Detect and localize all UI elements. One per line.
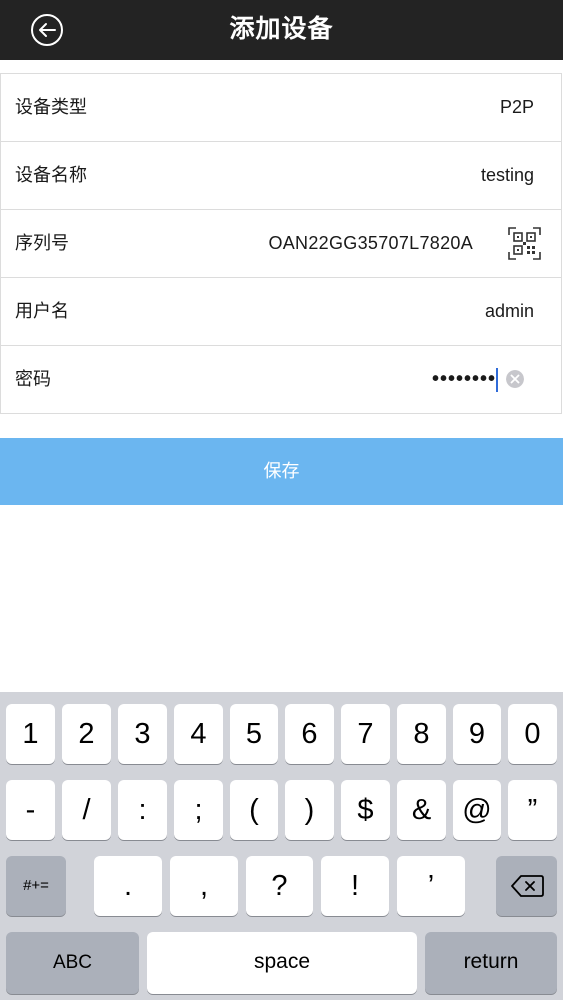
save-button[interactable]: 保存 — [0, 438, 563, 505]
key-label: $ — [357, 794, 374, 826]
key-label: 8 — [413, 718, 430, 750]
key-label: , — [199, 870, 209, 902]
key-ampersand[interactable]: & — [397, 780, 446, 840]
numeric-keyboard: 1 2 3 4 5 6 7 8 9 0 - / : ; ( ) $ & @ ” … — [0, 692, 563, 1000]
qr-scan-icon[interactable] — [508, 227, 541, 260]
key-label: & — [411, 794, 432, 826]
key-label: ! — [350, 870, 360, 902]
text-cursor — [496, 368, 498, 392]
password-field[interactable]: •••••••• — [432, 346, 496, 413]
key-semicolon[interactable]: ; — [174, 780, 223, 840]
key-dollar[interactable]: $ — [341, 780, 390, 840]
return-key[interactable]: return — [425, 932, 557, 994]
key-label: . — [123, 870, 133, 902]
device-type-label: 设备类型 — [15, 97, 87, 118]
key-4[interactable]: 4 — [174, 704, 223, 764]
key-apostrophe[interactable]: ’ — [397, 856, 465, 916]
password-row[interactable]: 密码 •••••••• — [1, 346, 561, 414]
key-close-paren[interactable]: ) — [285, 780, 334, 840]
key-6[interactable]: 6 — [285, 704, 334, 764]
abc-key[interactable]: ABC — [6, 932, 139, 994]
key-9[interactable]: 9 — [453, 704, 501, 764]
key-at[interactable]: @ — [453, 780, 501, 840]
key-label: 1 — [22, 718, 39, 750]
key-quote[interactable]: ” — [508, 780, 557, 840]
device-form: 设备类型 P2P 设备名称 testing 序列号 OAN22GG35707L7… — [0, 73, 562, 414]
clear-input-icon[interactable] — [506, 370, 524, 388]
key-open-paren[interactable]: ( — [230, 780, 278, 840]
key-label: 3 — [134, 718, 151, 750]
key-label: 7 — [357, 718, 374, 750]
key-colon[interactable]: : — [118, 780, 167, 840]
key-0[interactable]: 0 — [508, 704, 557, 764]
key-label: ? — [271, 870, 288, 902]
key-1[interactable]: 1 — [6, 704, 55, 764]
device-name-row[interactable]: 设备名称 testing — [1, 142, 561, 210]
serial-number-label: 序列号 — [15, 233, 69, 254]
key-question[interactable]: ? — [246, 856, 313, 916]
device-name-field[interactable]: testing — [481, 142, 534, 209]
key-label: ABC — [52, 952, 93, 973]
key-label: ; — [194, 794, 203, 826]
serial-number-field[interactable]: OAN22GG35707L7820A — [268, 210, 473, 277]
key-label: : — [138, 794, 147, 826]
key-comma[interactable]: , — [170, 856, 238, 916]
key-2[interactable]: 2 — [62, 704, 111, 764]
key-label: space — [253, 950, 311, 973]
device-type-row[interactable]: 设备类型 P2P — [1, 74, 561, 142]
username-label: 用户名 — [15, 301, 69, 322]
key-label: 6 — [301, 718, 318, 750]
backspace-key[interactable] — [496, 856, 557, 916]
key-label: @ — [462, 794, 492, 826]
key-label: ) — [304, 794, 315, 826]
key-period[interactable]: . — [94, 856, 162, 916]
device-name-label: 设备名称 — [15, 165, 87, 186]
key-8[interactable]: 8 — [397, 704, 446, 764]
key-7[interactable]: 7 — [341, 704, 390, 764]
password-label: 密码 — [15, 369, 51, 390]
device-type-value[interactable]: P2P — [500, 74, 534, 141]
backspace-icon — [510, 875, 544, 897]
key-label: return — [463, 950, 519, 973]
page-title: 添加设备 — [229, 14, 334, 43]
key-5[interactable]: 5 — [230, 704, 278, 764]
key-label: 5 — [245, 718, 263, 750]
username-field[interactable]: admin — [485, 278, 534, 345]
nav-bar: 添加设备 — [0, 0, 563, 60]
key-label: 4 — [190, 718, 207, 750]
key-hyphen[interactable]: - — [6, 780, 55, 840]
space-key[interactable]: space — [147, 932, 417, 994]
key-3[interactable]: 3 — [118, 704, 167, 764]
key-more-symbols[interactable]: #+= — [6, 856, 66, 916]
key-label: 9 — [468, 718, 486, 750]
key-label: ” — [527, 794, 538, 826]
key-label: #+= — [23, 877, 49, 894]
key-slash[interactable]: / — [62, 780, 111, 840]
key-label: 2 — [78, 718, 95, 750]
key-label: - — [25, 794, 36, 826]
username-row[interactable]: 用户名 admin — [1, 278, 561, 346]
key-label: ( — [249, 794, 259, 826]
key-label: 0 — [524, 718, 541, 750]
key-exclamation[interactable]: ! — [321, 856, 389, 916]
key-label: / — [82, 794, 91, 826]
key-label: ’ — [427, 870, 435, 902]
serial-number-row[interactable]: 序列号 OAN22GG35707L7820A — [1, 210, 561, 278]
